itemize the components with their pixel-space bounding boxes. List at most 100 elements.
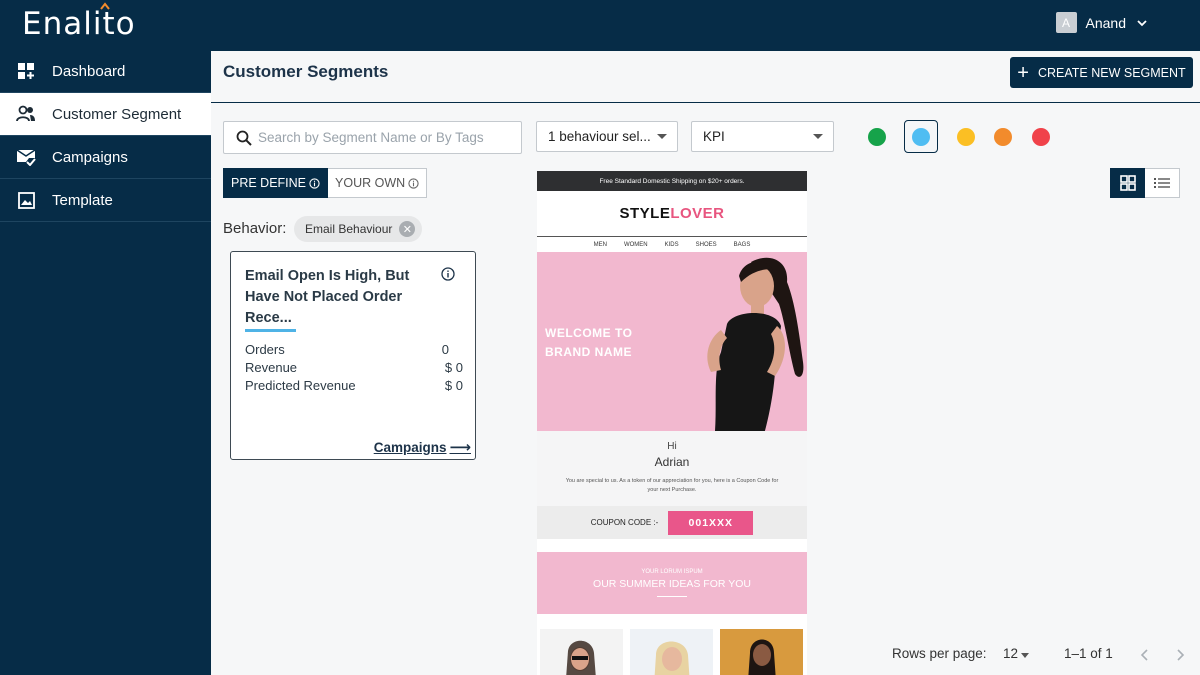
color-filter-orange[interactable]	[994, 128, 1012, 146]
campaigns-link[interactable]: Campaigns ⟶	[374, 438, 471, 456]
rows-per-page-select[interactable]: 12	[1003, 646, 1018, 661]
avatar: A	[1055, 12, 1077, 33]
info-icon[interactable]	[408, 177, 419, 189]
coupon-label: COUPON CODE :-	[590, 518, 659, 527]
page-title: Customer Segments	[223, 62, 389, 81]
customer-name: Adrian	[654, 455, 690, 469]
list-icon	[1154, 178, 1170, 188]
tab-label: YOUR OWN	[335, 176, 406, 190]
segment-title: Email Open Is High, But Have Not Placed …	[245, 268, 410, 326]
greeting-message: You are special to us. As a token of our…	[565, 478, 779, 493]
header-divider	[211, 102, 1200, 103]
behavior-chip[interactable]: Email Behaviour ✕	[294, 216, 423, 242]
kpi-value: $ 0	[444, 378, 463, 393]
menu-item: WOMEN	[623, 241, 648, 248]
sidebar-item-customer-segment[interactable]: Customer Segment	[0, 93, 211, 136]
menu-item: SHOES	[695, 241, 717, 248]
logo-accent-icon	[100, 2, 110, 10]
color-filter-blue[interactable]	[912, 128, 930, 146]
search-input[interactable]	[258, 130, 508, 145]
summer-subtitle: YOUR LORUM ISPUM	[641, 569, 703, 575]
behavior-label: Behavior:	[223, 220, 287, 237]
chevron-left-icon[interactable]	[1139, 648, 1151, 662]
summer-banner: YOUR LORUM ISPUM OUR SUMMER IDEAS FOR YO…	[537, 552, 807, 614]
sidebar-item-template[interactable]: Template	[0, 179, 211, 222]
menu-item: KIDS	[664, 241, 679, 248]
search-box[interactable]	[223, 121, 522, 154]
summer-title: OUR SUMMER IDEAS FOR YOU	[593, 578, 751, 590]
menu-item: BAGS	[733, 241, 751, 248]
kpi-value: 0	[441, 342, 449, 357]
hero-banner: WELCOME TO BRAND NAME	[537, 252, 807, 431]
email-template-preview[interactable]: Free Standard Domestic Shipping on $20+ …	[537, 171, 807, 675]
shipping-banner: Free Standard Domestic Shipping on $20+ …	[537, 171, 807, 191]
enalito-logo[interactable]: Enalito	[0, 0, 211, 50]
color-filter-yellow[interactable]	[957, 128, 975, 146]
chevron-right-icon[interactable]	[1174, 648, 1186, 662]
caret-down-icon	[1021, 653, 1029, 658]
create-button-label: CREATE NEW SEGMENT	[1037, 65, 1186, 80]
greeting-section: Hi Adrian You are special to us. As a to…	[537, 431, 807, 506]
kpi-label: Revenue	[245, 360, 298, 375]
sidebar-item-label: Dashboard	[52, 62, 126, 80]
segment-card[interactable]: Email Open Is High, But Have Not Placed …	[230, 251, 476, 460]
title-underline	[245, 329, 296, 332]
greeting: Hi	[667, 441, 677, 452]
user-name: Anand	[1085, 14, 1126, 31]
info-icon[interactable]	[441, 267, 455, 281]
brand-part-b: LOVER	[670, 205, 725, 222]
kpi-label: Orders	[245, 342, 285, 357]
caret-down-icon	[657, 134, 667, 139]
caret-down-icon	[813, 134, 823, 139]
arrow-right-icon: ⟶	[449, 439, 471, 456]
color-filter-green[interactable]	[868, 128, 886, 146]
coupon-section: COUPON CODE :- 001XXX	[537, 506, 807, 539]
kpi-row-orders: Orders 0	[245, 342, 463, 357]
sidebar-item-campaigns[interactable]: Campaigns	[0, 136, 211, 179]
behaviour-select-value: 1 behaviour sel...	[548, 129, 651, 144]
hero-text: WELCOME TO BRAND NAME	[545, 324, 632, 362]
list-view-button[interactable]	[1145, 168, 1180, 198]
kpi-row-revenue: Revenue $ 0	[245, 360, 463, 375]
user-menu[interactable]: A Anand	[1055, 12, 1148, 33]
plus-icon: +	[1017, 61, 1029, 84]
pagination-range: 1–1 of 1	[1064, 646, 1113, 661]
sidebar: Enalito Dashboard Customer Segment Campa…	[0, 0, 211, 675]
grid-view-button[interactable]	[1110, 168, 1145, 198]
sidebar-item-label: Campaigns	[52, 148, 128, 166]
product-image	[540, 629, 623, 675]
model-photo	[707, 257, 804, 431]
summer-divider	[657, 596, 687, 597]
menu-item: MEN	[593, 241, 607, 248]
logo-text: Enalito	[22, 6, 136, 42]
chip-label: Email Behaviour	[305, 222, 393, 236]
info-icon[interactable]	[309, 177, 320, 189]
coupon-code: 001XXX	[668, 510, 754, 535]
dashboard-icon	[16, 61, 36, 81]
kpi-select[interactable]: KPI	[691, 121, 834, 152]
template-brand: STYLE LOVER	[537, 191, 807, 236]
image-icon	[16, 190, 36, 210]
sidebar-item-label: Template	[52, 191, 113, 209]
grid-icon	[1119, 175, 1136, 191]
product-row	[537, 614, 807, 675]
sidebar-item-dashboard[interactable]: Dashboard	[0, 50, 211, 93]
search-icon	[236, 130, 252, 146]
top-bar: A Anand	[211, 0, 1200, 51]
color-filter-red[interactable]	[1032, 128, 1050, 146]
hero-line: BRAND NAME	[545, 345, 632, 359]
segment-type-toggle: PRE DEFINE YOUR OWN	[223, 168, 428, 198]
behaviour-select[interactable]: 1 behaviour sel...	[536, 121, 678, 152]
kpi-select-value: KPI	[703, 129, 725, 144]
tab-your-own[interactable]: YOUR OWN	[328, 168, 428, 198]
kpi-value: $ 0	[444, 360, 463, 375]
sidebar-item-label: Customer Segment	[52, 105, 182, 123]
remove-chip-icon[interactable]: ✕	[399, 221, 416, 237]
product-image	[720, 629, 803, 675]
mail-check-icon	[16, 147, 36, 167]
create-new-segment-button[interactable]: + CREATE NEW SEGMENT	[1010, 57, 1193, 88]
tab-pre-define[interactable]: PRE DEFINE	[223, 168, 329, 198]
kpi-label: Predicted Revenue	[245, 378, 356, 393]
people-icon	[16, 104, 36, 124]
rows-per-page-label: Rows per page:	[892, 646, 987, 661]
